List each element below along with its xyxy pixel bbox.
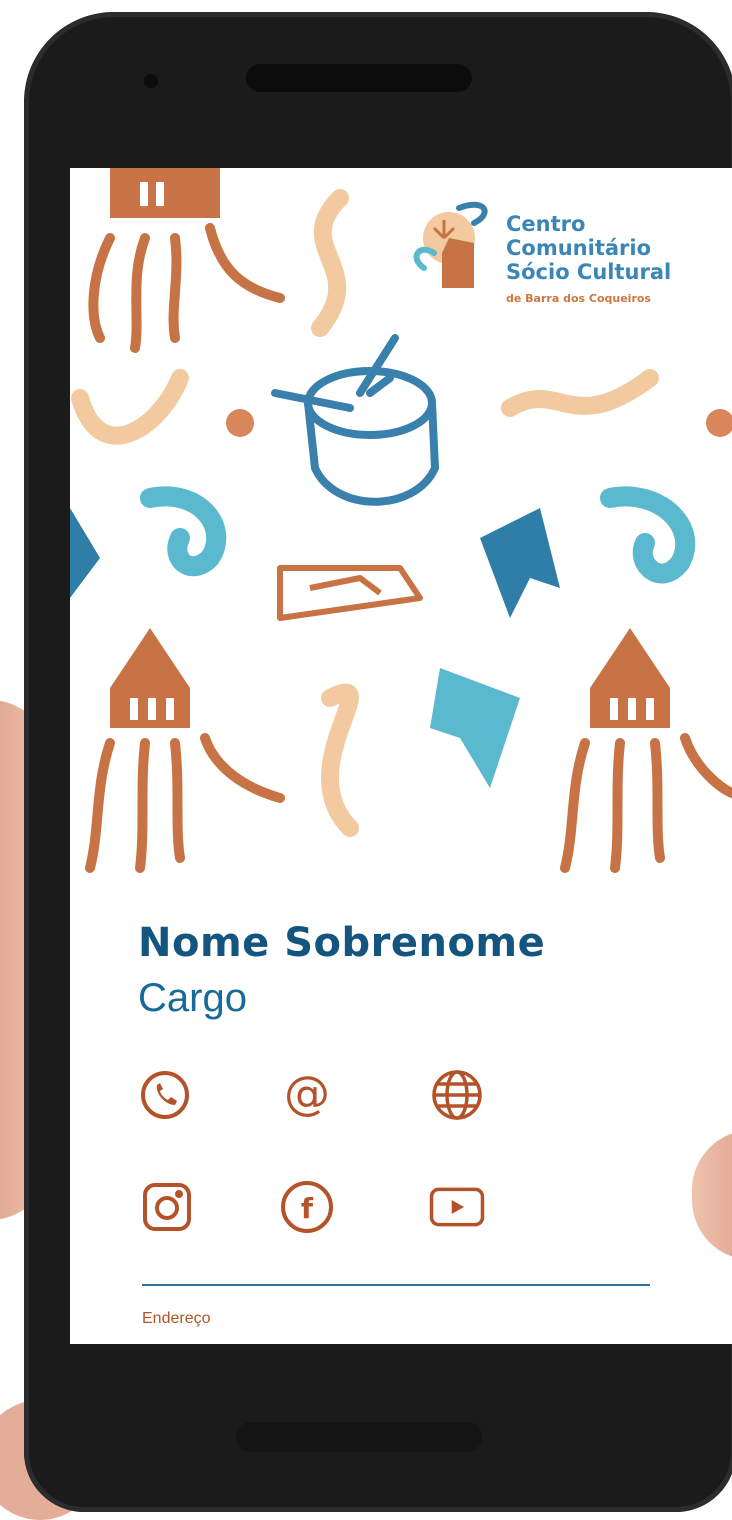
organization-logo: Centro Comunitário Sócio Cultural de Bar… [404, 198, 714, 318]
phone-device: Centro Comunitário Sócio Cultural de Bar… [24, 12, 732, 1512]
phone-screen: Centro Comunitário Sócio Cultural de Bar… [70, 168, 732, 1344]
address-text: Endereço [142, 1310, 211, 1327]
ribbons-icon [88, 223, 285, 353]
front-camera [144, 74, 158, 88]
facebook-icon[interactable]: f [278, 1178, 336, 1236]
shape-icon [70, 508, 100, 598]
ribbons-icon [85, 733, 285, 873]
svg-text:f: f [301, 1192, 314, 1225]
person-role: Cargo [138, 976, 247, 1020]
logo-title: Centro Comunitário Sócio Cultural [506, 212, 671, 284]
logo-subtitle: de Barra dos Coqueiros [506, 292, 651, 305]
divider [142, 1284, 650, 1286]
top-speaker [246, 64, 472, 92]
instagram-icon[interactable] [138, 1178, 196, 1236]
logo-emblem-icon [413, 201, 488, 288]
logo-line-2: Comunitário [506, 236, 652, 260]
dot-icon [706, 409, 732, 437]
logo-line-3: Sócio Cultural [506, 260, 672, 284]
logo-line-1: Centro [506, 212, 586, 236]
youtube-icon[interactable] [428, 1178, 486, 1236]
church-icon [590, 628, 670, 728]
email-icon[interactable]: @ [278, 1066, 336, 1124]
flag-icon [430, 668, 520, 788]
person-name: Nome Sobrenome [138, 920, 546, 966]
phone-icon[interactable] [136, 1066, 194, 1124]
svg-text:@: @ [284, 1067, 330, 1120]
church-icon [110, 628, 190, 728]
dot-icon [226, 409, 254, 437]
swirl-icon [140, 486, 696, 584]
church-icon [110, 168, 220, 218]
bottom-speaker [236, 1422, 482, 1452]
book-icon [277, 565, 423, 621]
ribbons-icon [560, 733, 732, 873]
globe-icon[interactable] [428, 1066, 486, 1124]
flag-icon [480, 508, 560, 618]
drum-icon [271, 334, 440, 506]
